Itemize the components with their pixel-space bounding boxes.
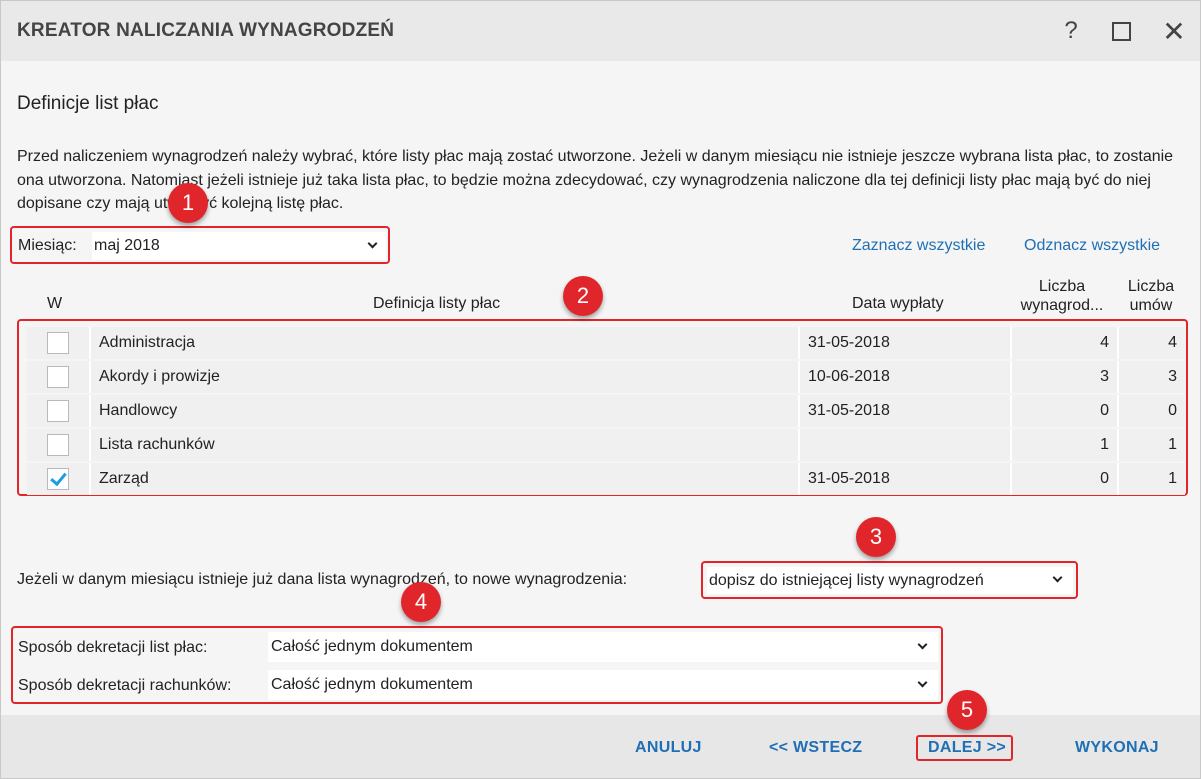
step-badge-1: 1 [168,183,208,223]
table-row[interactable]: Zarząd 31-05-2018 0 1 [27,463,1185,495]
month-label: Miesiąc: [18,237,77,254]
row-date: 10-06-2018 [800,361,1012,393]
wizard-window: KREATOR NALICZANIA WYNAGRODZEŃ ? ✕ Defin… [0,0,1201,779]
row-date [800,429,1012,461]
chevron-down-icon [917,639,928,650]
column-header-contract-count-line2: umów [1129,297,1173,314]
row-contract-count: 3 [1168,368,1177,385]
row-checkbox-cell [27,361,91,393]
column-header-contract-count[interactable]: Liczba umów [1121,277,1181,315]
help-icon: ? [1064,17,1078,44]
row-salary-count: 4 [1012,327,1119,359]
step-badge-5: 5 [947,690,987,730]
row-definition: Zarząd [91,463,800,495]
row-date: 31-05-2018 [800,463,1012,495]
existing-list-select-value: dopisz do istniejącej listy wynagrodzeń [709,572,984,589]
next-button[interactable]: DALEJ >> [928,739,1006,757]
column-header-salary-count-line2: wynagrod... [1020,297,1104,314]
row-checkbox-cell [27,395,91,427]
payroll-definitions-grid: Administracja 31-05-2018 4 4 Akordy i pr… [17,319,1188,496]
row-checkbox-cell [27,463,91,495]
chevron-down-icon [1052,572,1063,583]
step-badge-3: 3 [856,517,896,557]
row-checkbox-cell [27,327,91,359]
bills-decree-label: Sposób dekretacji rachunków: [18,677,232,694]
row-definition: Akordy i prowizje [91,361,800,393]
column-header-contract-count-line1: Liczba [1127,278,1175,295]
payroll-decree-label: Sposób dekretacji list płac: [18,639,208,656]
row-checkbox-checked[interactable] [47,468,69,490]
row-contract-count: 1 [1168,436,1177,453]
maximize-icon [1111,21,1131,41]
table-row[interactable]: Handlowcy 31-05-2018 0 0 [27,395,1185,427]
row-contract-count: 1 [1168,470,1177,487]
row-definition: Administracja [91,327,800,359]
back-button[interactable]: << WSTECZ [769,739,862,757]
step-badge-2: 2 [563,276,603,316]
execute-button[interactable]: WYKONAJ [1075,739,1159,757]
payroll-decree-value: Całość jednym dokumentem [271,638,473,655]
row-contract-count: 4 [1168,334,1177,351]
maximize-button[interactable] [1103,13,1139,49]
section-title: Definicje list płac [17,93,159,114]
chevron-down-icon [367,238,378,249]
cancel-button[interactable]: ANULUJ [635,739,702,757]
bills-decree-value: Całość jednym dokumentem [271,676,473,693]
existing-list-select[interactable]: dopisz do istniejącej listy wynagrodzeń [707,567,1073,594]
row-checkbox[interactable] [47,434,69,456]
decree-highlight: Sposób dekretacji list płac: Całość jedn… [11,626,943,704]
row-checkbox[interactable] [47,332,69,354]
window-title: KREATOR NALICZANIA WYNAGRODZEŃ [17,20,395,41]
close-icon: ✕ [1162,15,1186,47]
title-bar: KREATOR NALICZANIA WYNAGRODZEŃ ? ✕ [1,1,1200,61]
column-header-definition[interactable]: Definicja listy płac [373,295,500,313]
table-row[interactable]: Akordy i prowizje 10-06-2018 3 3 [27,361,1185,393]
column-header-w[interactable]: W [47,295,62,313]
month-select[interactable]: maj 2018 [92,232,386,260]
column-header-salary-count[interactable]: Liczba wynagrod... [1015,277,1109,315]
row-contract-count: 0 [1168,402,1177,419]
deselect-all-link[interactable]: Odznacz wszystkie [1024,237,1160,255]
column-header-salary-count-line1: Liczba [1038,278,1086,295]
row-date: 31-05-2018 [800,327,1012,359]
close-button[interactable]: ✕ [1156,13,1192,49]
month-highlight: Miesiąc: maj 2018 [10,226,390,264]
row-date: 31-05-2018 [800,395,1012,427]
row-checkbox-cell [27,429,91,461]
existing-list-label: Jeżeli w danym miesiącu istnieje już dan… [17,571,628,588]
help-button[interactable]: ? [1053,13,1089,49]
payroll-decree-select[interactable]: Całość jednym dokumentem [268,632,938,662]
row-salary-count: 0 [1012,463,1119,495]
row-salary-count: 1 [1012,429,1119,461]
row-definition: Handlowcy [91,395,800,427]
wizard-footer: ANULUJ << WSTECZ DALEJ >> WYKONAJ [1,715,1200,778]
month-select-value: maj 2018 [94,237,160,254]
step-badge-4: 4 [401,582,441,622]
table-row[interactable]: Administracja 31-05-2018 4 4 [27,327,1185,359]
bills-decree-select[interactable]: Całość jednym dokumentem [268,670,938,700]
row-definition: Lista rachunków [91,429,800,461]
row-checkbox[interactable] [47,400,69,422]
chevron-down-icon [917,677,928,688]
row-salary-count: 3 [1012,361,1119,393]
existing-list-highlight: dopisz do istniejącej listy wynagrodzeń [701,561,1078,599]
table-row[interactable]: Lista rachunków 1 1 [27,429,1185,461]
select-all-link[interactable]: Zaznacz wszystkie [852,237,985,255]
row-salary-count: 0 [1012,395,1119,427]
column-header-date[interactable]: Data wypłaty [852,295,944,313]
row-checkbox[interactable] [47,366,69,388]
